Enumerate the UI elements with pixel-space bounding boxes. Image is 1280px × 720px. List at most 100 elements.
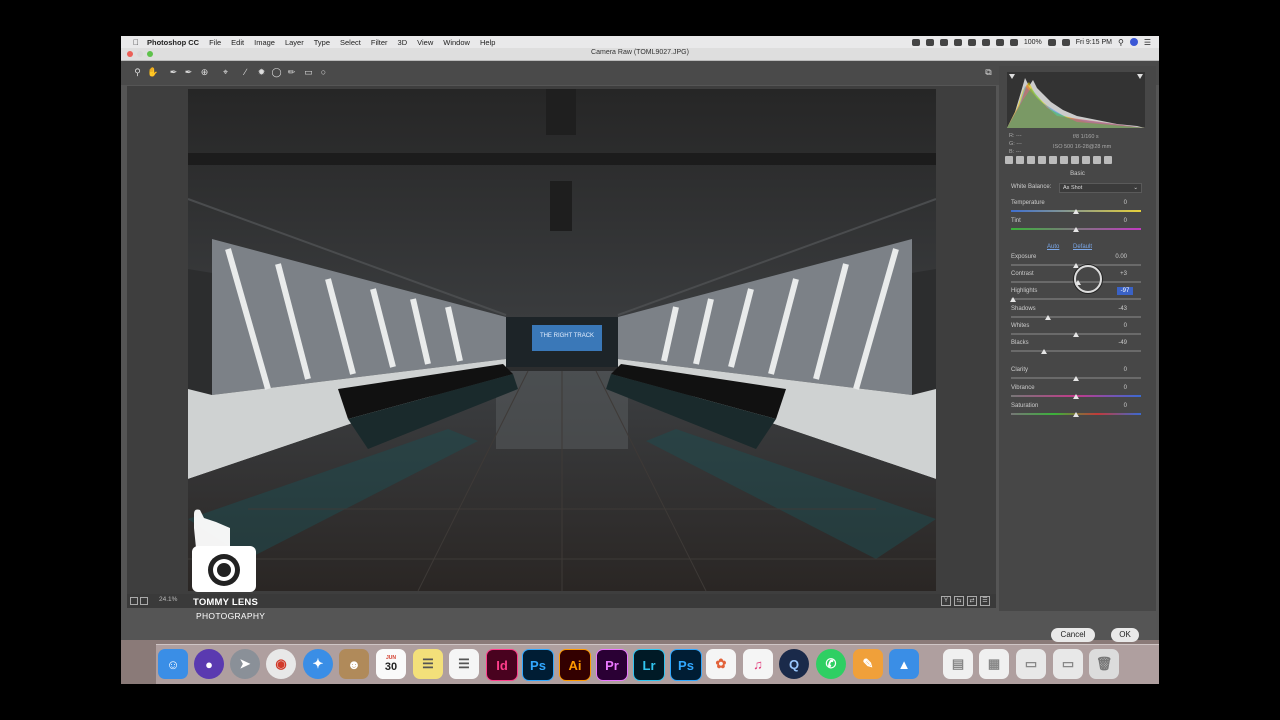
hsl-tab-icon[interactable] <box>1038 156 1046 164</box>
trash-icon[interactable]: 🗑 <box>1089 649 1119 679</box>
before-after-icon[interactable]: Y <box>941 596 951 606</box>
battery-percent[interactable]: 100% <box>1024 39 1042 46</box>
menu-app-name[interactable]: Photoshop CC <box>147 38 199 47</box>
effects-tab-icon[interactable] <box>1071 156 1079 164</box>
whatsapp-icon[interactable]: ✆ <box>816 649 846 679</box>
quicktime-icon[interactable]: Q <box>779 649 809 679</box>
adjustment-brush-tool-icon[interactable]: ✏ <box>286 67 297 78</box>
contacts-icon[interactable]: ☻ <box>339 649 369 679</box>
volume-icon[interactable] <box>1009 38 1018 46</box>
spotlight-icon[interactable]: ⚲ <box>1118 38 1124 47</box>
menu-filter[interactable]: Filter <box>371 38 388 47</box>
slider-temperature[interactable]: Temperature 0 <box>1011 200 1141 218</box>
slider-thumb[interactable] <box>1073 227 1079 232</box>
highlight-clipping-icon[interactable] <box>1137 74 1143 79</box>
slider-saturation[interactable]: Saturation 0 <box>1011 403 1141 421</box>
photos-icon[interactable]: ✿ <box>706 649 736 679</box>
slider-thumb[interactable] <box>1073 394 1079 399</box>
premiere-icon[interactable]: Pr <box>596 649 628 681</box>
launchpad-icon[interactable]: ➤ <box>230 649 260 679</box>
slider-thumb[interactable] <box>1045 315 1051 320</box>
record-icon[interactable] <box>911 38 920 46</box>
slider-value[interactable]: 0 <box>1124 385 1127 391</box>
slider-value[interactable]: 0 <box>1124 200 1127 206</box>
slider-exposure[interactable]: Exposure 0.00 <box>1011 254 1141 272</box>
pages-icon[interactable]: ✎ <box>853 649 883 679</box>
time-machine-icon[interactable] <box>967 38 976 46</box>
slider-vibrance[interactable]: Vibrance 0 <box>1011 385 1141 403</box>
wifi-icon[interactable] <box>995 38 1004 46</box>
drive-icon[interactable]: ▭ <box>1016 649 1046 679</box>
itunes-icon[interactable]: ♫ <box>743 649 773 679</box>
slider-value[interactable]: -43 <box>1118 306 1127 312</box>
slider-tint[interactable]: Tint 0 <box>1011 218 1141 236</box>
shadow-clipping-icon[interactable] <box>1009 74 1015 79</box>
menubar-clock[interactable]: Fri 9:15 PM <box>1076 39 1112 46</box>
slider-value[interactable]: 0 <box>1124 403 1127 409</box>
swap-icon[interactable]: ⇆ <box>954 596 964 606</box>
slider-value[interactable]: 0.00 <box>1115 254 1127 260</box>
copy-settings-icon[interactable]: ⇄ <box>967 596 977 606</box>
preferences-menu-icon[interactable]: ☰ <box>980 596 990 606</box>
snapshots-tab-icon[interactable] <box>1104 156 1112 164</box>
zoom-out-icon[interactable] <box>130 597 138 605</box>
lens-corrections-tab-icon[interactable] <box>1060 156 1068 164</box>
slider-thumb[interactable] <box>1041 349 1047 354</box>
calendar-icon[interactable]: JUN 30 <box>376 649 406 679</box>
keynote-icon[interactable]: ▲ <box>889 649 919 679</box>
ok-button[interactable]: OK <box>1111 628 1139 642</box>
slider-thumb[interactable] <box>1073 412 1079 417</box>
menu-select[interactable]: Select <box>340 38 361 47</box>
color-sampler-tool-icon[interactable]: ✒ <box>183 67 194 78</box>
notes-icon[interactable]: ☰ <box>413 649 443 679</box>
menu-edit[interactable]: Edit <box>231 38 244 47</box>
menu-window[interactable]: Window <box>443 38 470 47</box>
slider-value[interactable]: -49 <box>1118 340 1127 346</box>
chrome-icon[interactable]: ◉ <box>266 649 296 679</box>
graduated-filter-tool-icon[interactable]: ▭ <box>303 67 314 78</box>
slider-thumb[interactable] <box>1073 332 1079 337</box>
slider-highlights[interactable]: Highlights -97 <box>1010 287 1141 306</box>
slider-thumb[interactable] <box>1010 297 1016 302</box>
siri-status-icon[interactable] <box>1129 38 1138 46</box>
auto-link[interactable]: Auto <box>1047 244 1059 250</box>
menu-image[interactable]: Image <box>254 38 275 47</box>
slider-track[interactable] <box>1011 316 1141 318</box>
straighten-tool-icon[interactable]: ∕ <box>240 67 251 78</box>
drive-icon-2[interactable]: ▭ <box>1053 649 1083 679</box>
zoom-tool-icon[interactable]: ⚲ <box>132 67 143 78</box>
notification-center-icon[interactable]: ☰ <box>1144 38 1151 47</box>
indesign-icon[interactable]: Id <box>486 649 518 681</box>
slider-track[interactable] <box>1011 350 1141 352</box>
split-toning-tab-icon[interactable] <box>1049 156 1057 164</box>
red-eye-tool-icon[interactable]: ◯ <box>271 67 282 78</box>
battery-icon[interactable] <box>1047 38 1056 46</box>
lightroom-icon[interactable]: Lr <box>633 649 665 681</box>
reminders-icon[interactable]: ☰ <box>449 649 479 679</box>
drive-status-icon[interactable] <box>939 38 948 46</box>
zoom-level[interactable]: 24.1% <box>159 596 177 603</box>
slider-track[interactable] <box>1011 298 1141 300</box>
siri-icon[interactable]: ● <box>194 649 224 679</box>
slider-clarity[interactable]: Clarity 0 <box>1011 367 1141 385</box>
sync-icon[interactable] <box>953 38 962 46</box>
radial-filter-tool-icon[interactable]: ○ <box>318 67 329 78</box>
document-icon[interactable]: ▤ <box>943 649 973 679</box>
zoom-in-icon[interactable] <box>140 597 148 605</box>
detail-tab-icon[interactable] <box>1027 156 1035 164</box>
bluetooth-icon[interactable] <box>981 38 990 46</box>
cancel-button[interactable]: Cancel <box>1051 628 1095 642</box>
slider-value[interactable]: 0 <box>1124 367 1127 373</box>
slider-whites[interactable]: Whites 0 <box>1011 323 1141 341</box>
flag-icon[interactable] <box>1061 38 1070 46</box>
illustrator-icon[interactable]: Ai <box>559 649 591 681</box>
slider-value[interactable]: 0 <box>1124 323 1127 329</box>
slider-value[interactable]: +3 <box>1120 271 1127 277</box>
camera-calibration-tab-icon[interactable] <box>1082 156 1090 164</box>
white-balance-tool-icon[interactable]: ✒ <box>168 67 179 78</box>
open-fullscreen-icon[interactable]: ⧉ <box>983 67 994 78</box>
basic-tab-icon[interactable] <box>1005 156 1013 164</box>
photoshop-icon[interactable]: Ps <box>522 649 554 681</box>
default-link[interactable]: Default <box>1073 244 1092 250</box>
slider-value[interactable]: 0 <box>1124 218 1127 224</box>
